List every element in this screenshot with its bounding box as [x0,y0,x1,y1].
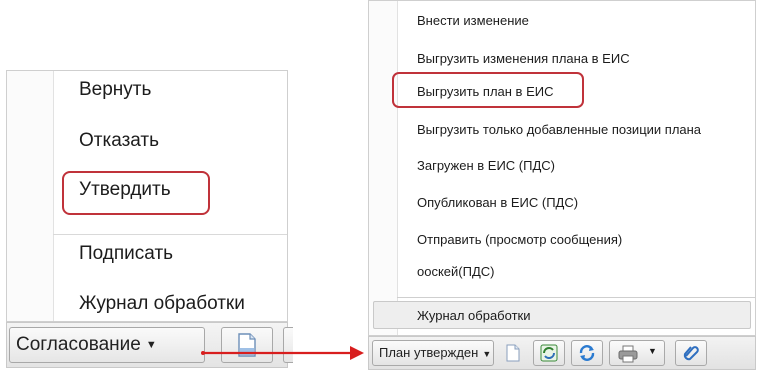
menu-icon-gutter [7,71,54,321]
menu-item-send[interactable]: Отправить (просмотр сообщения) [417,232,622,247]
menu-item-published-eis[interactable]: Опубликован в ЕИС (ПДС) [417,195,578,210]
status-dropdown-button[interactable]: План утвержден ▼ [372,340,494,366]
menu-item-loaded-eis[interactable]: Загружен в ЕИС (ПДС) [417,158,555,173]
document-icon [506,344,520,362]
arrow-icon [201,346,364,360]
document-button[interactable] [497,340,529,366]
menu-item-reject[interactable]: Отказать [79,130,159,152]
menu-item-processing-log[interactable]: Журнал обработки [373,301,751,329]
right-toolbar: План утвержден ▼ ▼ [368,336,756,370]
menu-separator [397,297,755,298]
excel-refresh-button[interactable] [533,340,565,366]
refresh-icon [579,345,595,361]
highlight-frame-approve [62,171,210,215]
menu-item-return[interactable]: Вернуть [79,79,151,101]
print-icon [618,345,638,363]
attach-button[interactable] [675,340,707,366]
menu-item-label: Журнал обработки [417,308,531,323]
menu-item-export-added-positions[interactable]: Выгрузить только добавленные позиции пла… [417,122,701,137]
menu-icon-gutter [369,1,398,335]
status-button-label: Согласование [16,334,141,356]
caret-down-icon: ▼ [145,339,157,351]
print-dropdown-button[interactable]: ▼ [609,340,665,366]
refresh-button[interactable] [571,340,603,366]
caret-down-icon: ▼ [648,346,657,356]
attach-icon [683,346,699,361]
menu-separator [53,234,287,235]
menu-item-ooskey[interactable]: оoскей(ПДС) [417,264,494,279]
menu-item-make-change[interactable]: Внести изменение [417,13,529,28]
right-context-menu: Внести изменение Выгрузить изменения пла… [368,0,756,336]
highlight-frame-export-plan [392,72,584,108]
menu-item-export-plan-changes[interactable]: Выгрузить изменения плана в ЕИС [417,51,630,66]
status-button-label: План утвержден [379,345,479,360]
menu-item-sign[interactable]: Подписать [79,243,173,265]
menu-item-processing-log[interactable]: Журнал обработки [79,293,245,315]
excel-refresh-icon [540,344,558,362]
caret-down-icon: ▼ [482,349,492,359]
status-dropdown-button[interactable]: Согласование ▼ [9,327,205,363]
